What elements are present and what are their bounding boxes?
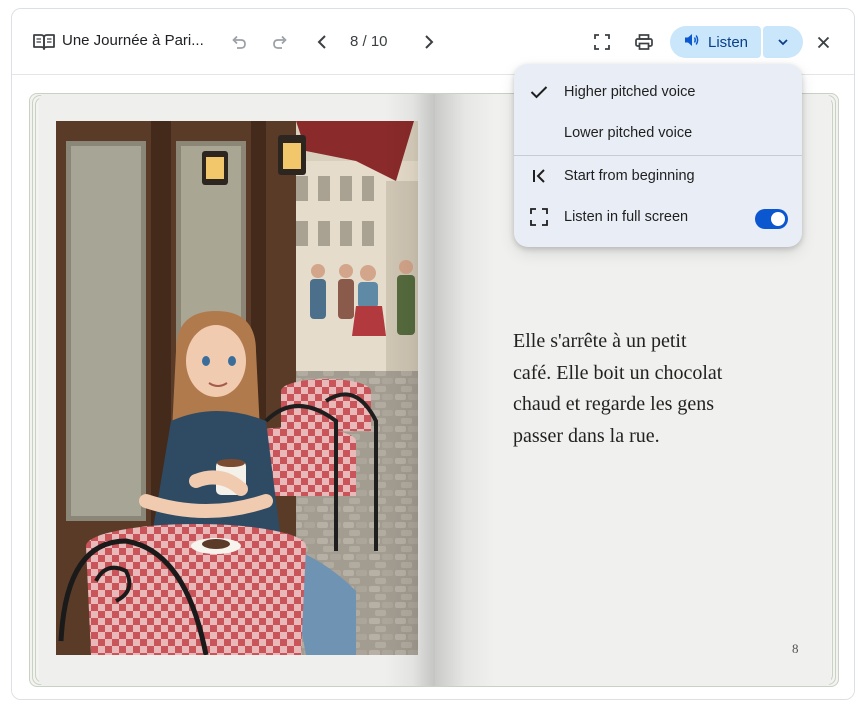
gutter-shadow-right <box>435 94 495 686</box>
menu-item-label: Higher pitched voice <box>564 84 696 100</box>
page-number: 8 <box>792 641 799 656</box>
cafe-illustration <box>56 121 418 655</box>
listen-options-menu: Higher pitched voice Lower pitched voice… <box>514 64 802 247</box>
story-line: café. Elle boit un chocolat <box>513 361 723 384</box>
check-icon <box>528 81 550 103</box>
close-button[interactable] <box>811 26 835 58</box>
toggle-knob <box>771 212 785 226</box>
story-text: Elle s'arrête à un petit café. Elle boit… <box>513 326 763 452</box>
menu-item-higher-pitched-voice[interactable]: Higher pitched voice <box>514 72 802 112</box>
story-line: chaud et regarde les gens <box>513 393 715 415</box>
menu-item-label: Lower pitched voice <box>564 125 693 141</box>
menu-item-start-from-beginning[interactable]: Start from beginning <box>514 156 802 196</box>
skip-to-start-icon <box>528 165 550 187</box>
full-screen-toggle[interactable] <box>755 209 788 229</box>
undo-icon[interactable] <box>227 26 251 58</box>
menu-item-label: Start from beginning <box>564 168 695 184</box>
listen-button[interactable]: Listen <box>670 26 761 58</box>
menu-item-label: Listen in full screen <box>564 209 689 225</box>
reader-window: Une Journée à Pari... 8 / 10 Listen Elle… <box>11 8 855 700</box>
book-icon <box>32 26 56 58</box>
menu-item-lower-pitched-voice[interactable]: Lower pitched voice <box>514 113 802 153</box>
speaker-icon <box>684 33 699 51</box>
redo-icon[interactable] <box>268 26 292 58</box>
gutter-shadow-left <box>385 94 435 686</box>
print-button[interactable] <box>632 26 656 58</box>
next-page-button[interactable] <box>417 26 441 58</box>
book-title: Une Journée à Pari... <box>62 32 204 49</box>
story-line: passer dans la rue. <box>513 424 660 447</box>
previous-page-button[interactable] <box>310 26 334 58</box>
fullscreen-button[interactable] <box>590 26 614 58</box>
chevron-down-icon <box>777 33 789 51</box>
page-indicator: 8 / 10 <box>350 33 388 50</box>
menu-item-listen-in-full-screen[interactable]: Listen in full screen <box>514 197 802 237</box>
fullscreen-icon <box>528 206 550 228</box>
story-line: Elle s'arrête à un petit <box>513 330 687 352</box>
listen-label: Listen <box>708 33 749 51</box>
listen-options-button[interactable] <box>763 26 803 58</box>
